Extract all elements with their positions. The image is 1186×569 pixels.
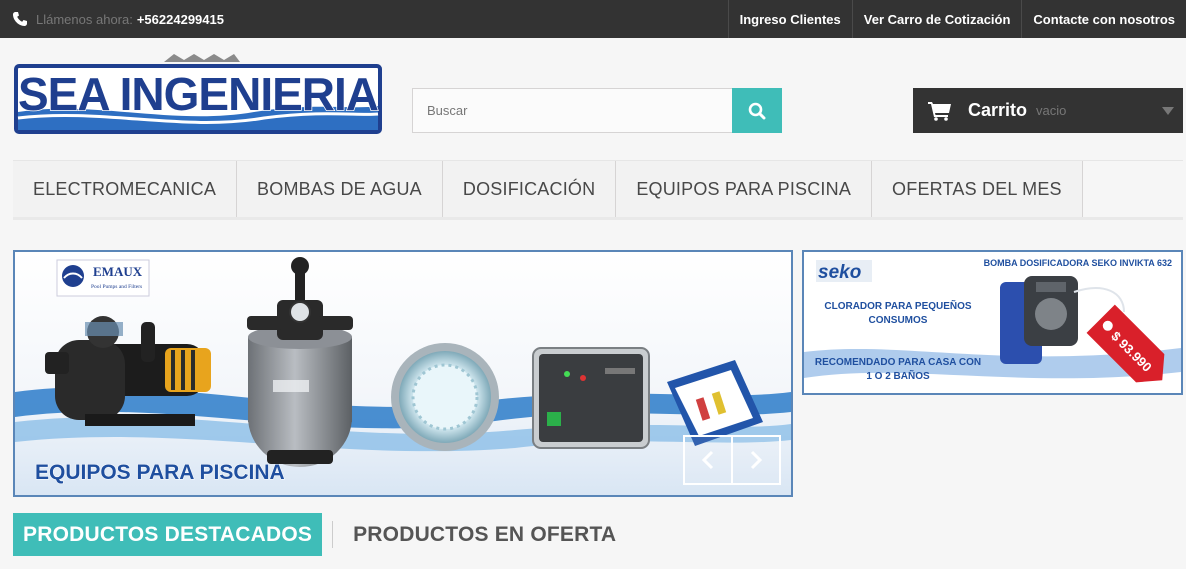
promo-line-1: CLORADOR PARA PEQUEÑOS [824, 299, 972, 312]
tab-featured-products[interactable]: PRODUCTOS DESTACADOS [13, 513, 323, 556]
emaux-logo: EMAUX Pool Pumps and Filters [56, 259, 150, 297]
chevron-right-icon [750, 450, 763, 470]
cart-title: Carrito [968, 100, 1028, 120]
phone-number[interactable]: +56224299415 [137, 12, 224, 27]
menu-item-electromecanica[interactable]: ELECTROMECANICA [13, 161, 238, 217]
logo-text: SEA INGENIERIA [18, 68, 378, 120]
phone-contact: Llámenos ahora: +56224299415 [12, 0, 224, 38]
emaux-brand: EMAUX [93, 264, 143, 279]
seko-logo: seko [816, 260, 872, 283]
search-input[interactable] [412, 88, 732, 133]
shopping-cart-icon [928, 101, 951, 121]
search-button[interactable] [732, 88, 782, 133]
menu-item-ofertas[interactable]: OFERTAS DEL MES [872, 161, 1083, 217]
pool-light-image [391, 343, 499, 451]
slider-next-button[interactable] [731, 435, 781, 485]
control-panel-image [532, 347, 650, 449]
chevron-left-icon [701, 450, 714, 470]
search-icon [748, 102, 766, 119]
menu-item-dosificacion[interactable]: DOSIFICACIÓN [442, 161, 617, 217]
site-logo[interactable]: SEA INGENIERIA [14, 52, 382, 136]
search-bar [412, 88, 782, 133]
promo-banner-image: seko BOMBA DOSIFICADORA SEKO INVIKTA 632… [804, 252, 1181, 393]
slider-prev-button[interactable] [683, 435, 733, 485]
top-links: Ingreso Clientes Ver Carro de Cotización… [727, 0, 1186, 38]
phone-icon [13, 12, 27, 26]
slider-nav [683, 435, 781, 485]
login-link[interactable]: Ingreso Clientes [727, 0, 852, 38]
promo-title: BOMBA DOSIFICADORA SEKO INVIKTA 632 [984, 258, 1172, 268]
home-slider[interactable]: EMAUX Pool Pumps and Filters EQUIPOS PAR… [13, 250, 793, 497]
emaux-tagline: Pool Pumps and Filters [91, 284, 142, 290]
cart-button[interactable]: Carrito vacio [913, 88, 1183, 133]
cart-status: vacio [1036, 103, 1067, 118]
promo-line-2: CONSUMOS [869, 315, 928, 326]
promo-line-4: 1 O 2 BAÑOS [866, 369, 930, 382]
menu-item-equipos-piscina[interactable]: EQUIPOS PARA PISCINA [616, 161, 873, 217]
menu-item-bombas-de-agua[interactable]: BOMBAS DE AGUA [237, 161, 443, 217]
call-label: Llámenos ahora: [36, 11, 133, 27]
promo-line-3: RECOMENDADO PARA CASA CON [815, 357, 981, 368]
view-quote-cart-link[interactable]: Ver Carro de Cotización [851, 0, 1022, 38]
tab-divider [332, 521, 334, 548]
chevron-down-icon [1162, 107, 1174, 115]
top-bar: Llámenos ahora: +56224299415 Ingreso Cli… [0, 0, 1186, 38]
promo-banner[interactable]: seko BOMBA DOSIFICADORA SEKO INVIKTA 632… [802, 250, 1183, 395]
tab-offer-products[interactable]: PRODUCTOS EN OFERTA [353, 513, 616, 556]
main-menu: ELECTROMECANICA BOMBAS DE AGUA DOSIFICAC… [13, 160, 1183, 220]
slider-caption: EQUIPOS PARA PISCINA [35, 461, 285, 484]
contact-link[interactable]: Contacte con nosotros [1021, 0, 1186, 38]
product-tabs: PRODUCTOS DESTACADOS PRODUCTOS EN OFERTA [13, 513, 616, 556]
seko-brand: seko [818, 262, 861, 283]
slider-image: EMAUX Pool Pumps and Filters EQUIPOS PAR… [15, 252, 791, 495]
